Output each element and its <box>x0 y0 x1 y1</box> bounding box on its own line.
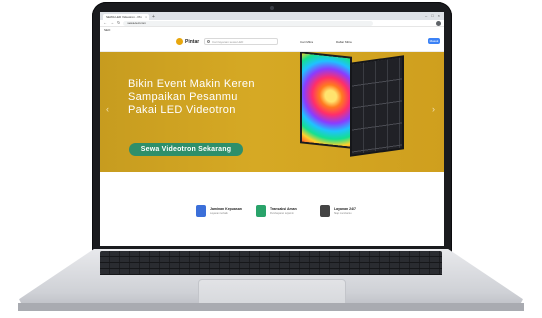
feature-title: Jaminan Kepuasan <box>210 207 242 211</box>
search-input[interactable]: Cari layanan sewa LED <box>204 38 278 45</box>
led-panel-back-image <box>352 57 402 155</box>
feature-item: Jaminan Kepuasan Layanan terbaik <box>196 205 242 217</box>
feature-title: Layanan 24/7 <box>334 207 356 211</box>
laptop-lid: SEWA LED Videotron - Pin × + – □ × ← → ↻… <box>92 2 452 255</box>
url-input[interactable]: sewa-led.com <box>123 20 374 26</box>
feature-title: Transaksi Aman <box>270 207 297 211</box>
feature-desc: Siap membantu <box>334 212 352 215</box>
search-icon <box>207 40 210 43</box>
forward-icon[interactable]: → <box>110 20 114 26</box>
maximize-icon[interactable]: □ <box>431 12 433 20</box>
tab-title: SEWA LED Videotron - Pin <box>106 15 142 19</box>
feature-desc: Pembayaran terjamin <box>270 212 294 215</box>
nav-link-find-partner[interactable]: Cari Mitra <box>300 40 313 44</box>
tab-close-icon[interactable]: × <box>145 15 147 19</box>
feature-desc: Layanan terbaik <box>210 212 228 215</box>
carousel-next-icon[interactable]: › <box>432 104 435 114</box>
feature-item: Transaksi Aman Pembayaran terjamin <box>256 205 297 217</box>
feature-item: Layanan 24/7 Siap membantu <box>320 205 356 217</box>
nav-link-join-partner[interactable]: Daftar Mitra <box>336 40 352 44</box>
gift-icon <box>196 205 206 217</box>
minimize-icon[interactable]: – <box>425 12 427 20</box>
keyboard <box>100 251 442 275</box>
hero-line: Sampaikan Pesanmu <box>128 91 238 103</box>
browser-tab-bar: SEWA LED Videotron - Pin × + – □ × <box>100 12 444 20</box>
laptop-base <box>18 249 524 311</box>
site-header: Pintar Cari layanan sewa LED Cari Mitra … <box>100 33 444 52</box>
profile-icon[interactable] <box>436 20 441 26</box>
site-logo[interactable]: Pintar <box>176 38 199 45</box>
window-controls: – □ × <box>425 12 440 20</box>
features-section: Jaminan Kepuasan Layanan terbaik Transak… <box>100 172 444 246</box>
camera-icon <box>270 6 274 10</box>
base-edge <box>18 303 524 311</box>
hero-banner: ‹ Bikin Event Makin Keren Sampaikan Pesa… <box>100 52 444 172</box>
led-panel-image <box>302 53 350 147</box>
hero-headline: Bikin Event Makin Keren Sampaikan Pesanm… <box>128 78 255 117</box>
reload-icon[interactable]: ↻ <box>117 20 120 26</box>
search-placeholder: Cari layanan sewa LED <box>212 39 244 44</box>
laptop-screen: SEWA LED Videotron - Pin × + – □ × ← → ↻… <box>100 12 444 246</box>
address-bar: ← → ↻ sewa-led.com <box>100 20 444 27</box>
logo-mark-icon <box>176 38 183 45</box>
close-window-icon[interactable]: × <box>438 12 440 20</box>
shield-check-icon <box>256 205 266 217</box>
rent-videotron-button[interactable]: Sewa Videotron Sekarang <box>129 143 243 156</box>
back-icon[interactable]: ← <box>103 20 107 26</box>
hero-line: Bikin Event Makin Keren <box>128 78 255 90</box>
login-button[interactable]: Masuk <box>428 38 440 44</box>
hero-line: Pakai LED Videotron <box>128 104 236 116</box>
logo-text: Pintar <box>185 38 200 45</box>
bookmark-item[interactable]: SEO <box>104 28 110 32</box>
carousel-prev-icon[interactable]: ‹ <box>106 104 109 114</box>
headset-icon <box>320 205 330 217</box>
